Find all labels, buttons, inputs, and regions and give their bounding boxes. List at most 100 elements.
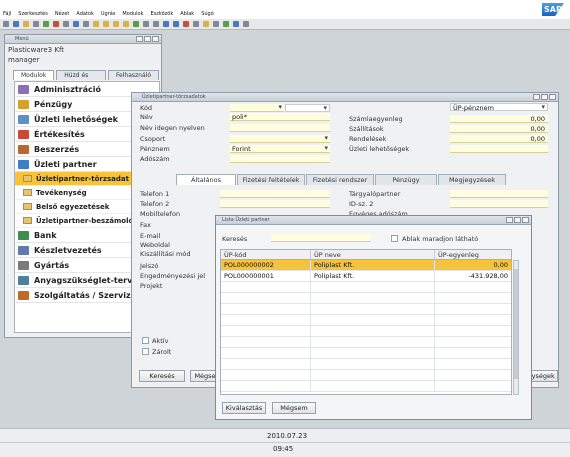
currency-select[interactable]: Forint (230, 144, 330, 153)
phone-2-field[interactable] (220, 200, 330, 208)
grid-header: ÜP-kód ÜP neve ÜP-egyenleg (221, 250, 511, 260)
cell-bp-code: POL000000001 (221, 271, 311, 281)
close-icon[interactable] (522, 217, 529, 223)
pdf-icon[interactable] (53, 21, 59, 27)
label-email: E-mail (140, 232, 161, 240)
col-header-bp-name[interactable]: ÜP neve (311, 250, 435, 259)
label-id-no-2: ID-sz. 2 (349, 200, 374, 208)
select-button[interactable]: Kiválasztás (222, 402, 266, 414)
menu-edit[interactable]: Szerkesztés (18, 11, 48, 17)
group-select[interactable] (230, 134, 330, 143)
label-deliveries: Szállítások (349, 125, 384, 133)
excel-icon[interactable] (43, 21, 49, 27)
list-search-input[interactable] (271, 234, 371, 242)
bp-window-title: Üzletipartner-törzsadatok (132, 93, 558, 102)
bp-type-select[interactable] (285, 104, 330, 112)
banking-icon (18, 230, 29, 240)
finance-icon (18, 99, 29, 109)
menu-tools[interactable]: Eszközök (150, 11, 173, 17)
tab-payment-terms[interactable]: Fizetési feltételek (237, 174, 305, 185)
word-icon[interactable] (63, 21, 69, 27)
active-checkbox[interactable] (142, 337, 149, 344)
col-header-bp-code[interactable]: ÜP-kód (221, 250, 311, 259)
menu-modules[interactable]: Modulok (122, 11, 143, 17)
bp-currency-select[interactable]: ÜP-pénznem (450, 103, 548, 112)
settings-icon[interactable] (193, 21, 199, 27)
table-row[interactable]: POL000000001 Poliplast Kft. -431.928,00 (221, 271, 511, 282)
phone-1-field[interactable] (220, 190, 330, 198)
name-field[interactable]: poli* (230, 113, 330, 121)
next-record-icon[interactable] (113, 21, 119, 27)
contact-person-field[interactable] (450, 190, 548, 198)
foreign-name-field[interactable] (230, 124, 330, 132)
empty-row (221, 348, 511, 359)
minimize-icon[interactable] (506, 217, 513, 223)
maximize-icon[interactable] (144, 36, 151, 42)
form-settings-icon[interactable] (203, 21, 209, 27)
label-currency: Pénznem (140, 145, 170, 153)
orders-value: 0,00 (450, 135, 548, 143)
label-project: Projekt (140, 282, 163, 290)
minimize-icon[interactable] (533, 94, 540, 100)
empty-row (221, 381, 511, 392)
empty-row (221, 304, 511, 315)
minimize-icon[interactable] (136, 36, 143, 42)
add-icon[interactable] (83, 21, 89, 27)
close-icon[interactable] (152, 36, 159, 42)
tab-payment-system[interactable]: Fizetési rendszer (306, 174, 374, 185)
email-icon[interactable] (23, 21, 29, 27)
cancel-button[interactable]: Mégsem (272, 402, 316, 414)
help-icon[interactable] (243, 21, 249, 27)
messages-icon[interactable] (233, 21, 239, 27)
tab-user[interactable]: Felhasználó (107, 70, 159, 80)
tab-accounting[interactable]: Pénzügy (375, 174, 437, 185)
last-record-icon[interactable] (123, 21, 129, 27)
search-icon[interactable] (73, 21, 79, 27)
previous-record-icon[interactable] (103, 21, 109, 27)
table-row[interactable]: POL000000002 Poliplast Kft. 0,00 (221, 260, 511, 271)
scrollbar-thumb[interactable] (514, 269, 518, 379)
frozen-checkbox[interactable] (142, 348, 149, 355)
first-record-icon[interactable] (93, 21, 99, 27)
tab-drag-relate[interactable]: Húzd és fedd (56, 70, 106, 88)
menu-window[interactable]: Ablak (180, 11, 194, 17)
lock-icon[interactable] (213, 21, 219, 27)
menu-data[interactable]: Adatok (76, 11, 94, 17)
refresh-icon[interactable] (133, 21, 139, 27)
empty-row (221, 282, 511, 293)
user-name: manager (8, 56, 40, 64)
code-field[interactable] (230, 103, 284, 112)
menu-goto[interactable]: Ugrás (101, 11, 116, 17)
folder-icon (23, 175, 32, 182)
menu-help[interactable]: Súgó (201, 11, 214, 17)
empty-row (221, 326, 511, 337)
bp-tabs: Általános Fizetési feltételek Fizetési r… (176, 174, 507, 185)
preview-icon[interactable] (13, 21, 19, 27)
calendar-icon[interactable] (223, 21, 229, 27)
cell-bp-name: Poliplast Kft. (311, 271, 435, 281)
gross-profit-icon[interactable] (183, 21, 189, 27)
close-icon[interactable] (549, 94, 556, 100)
label-opportunities: Üzleti lehetőségek (349, 145, 410, 153)
tab-modules[interactable]: Modulok (13, 70, 55, 80)
search-button[interactable]: Keresés (139, 370, 185, 382)
menu-view[interactable]: Nézet (55, 11, 69, 17)
base-document-icon[interactable] (163, 21, 169, 27)
tab-general[interactable]: Általános (176, 174, 236, 185)
menu-file[interactable]: Fájl (3, 11, 11, 17)
filter-icon[interactable] (143, 21, 149, 27)
maximize-icon[interactable] (514, 217, 521, 223)
col-header-bp-balance[interactable]: ÜP-egyenleg (435, 250, 511, 259)
print-icon[interactable] (3, 21, 9, 27)
id-no-2-field[interactable] (450, 200, 548, 208)
keep-visible-checkbox[interactable] (391, 235, 398, 242)
sort-icon[interactable] (153, 21, 159, 27)
tax-id-field[interactable] (230, 155, 330, 163)
target-document-icon[interactable] (173, 21, 179, 27)
maximize-icon[interactable] (541, 94, 548, 100)
tab-remarks[interactable]: Megjegyzések (438, 174, 506, 185)
business-partners-icon (18, 159, 29, 169)
grid-scrollbar[interactable] (513, 260, 519, 395)
empty-row (221, 315, 511, 326)
sms-icon[interactable] (33, 21, 39, 27)
